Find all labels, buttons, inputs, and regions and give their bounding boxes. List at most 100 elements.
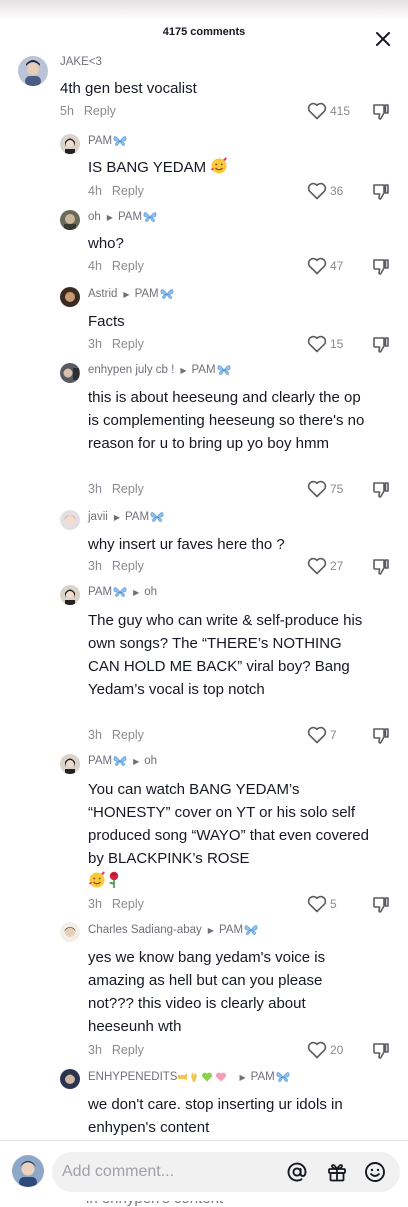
reply-to-username[interactable]: oh (144, 755, 157, 767)
dislike-icon[interactable] (372, 1042, 390, 1060)
butterfly-emoji (113, 136, 127, 146)
comment-meta: 5h Reply (60, 104, 116, 118)
avatar[interactable] (60, 363, 80, 383)
heart-outline-icon (307, 102, 327, 120)
username[interactable]: Charles Sadiang-abay (88, 924, 202, 936)
dislike-icon[interactable] (372, 103, 390, 121)
comment-username[interactable]: Astrid ▶ PAM (88, 288, 174, 300)
reply-to-username[interactable]: PAM (125, 511, 149, 523)
butterfly-emoji (150, 512, 164, 522)
avatar[interactable] (18, 56, 48, 86)
comment-username[interactable]: oh ▶ PAM (88, 211, 157, 223)
reply-arrow-icon: ▶ (133, 756, 140, 766)
username[interactable]: ENHYPENEDITS (88, 1071, 177, 1083)
reply-button[interactable]: Reply (112, 559, 144, 573)
like-button[interactable]: 75 (307, 480, 343, 498)
comment-text: why insert ur faves here tho ? (88, 536, 285, 553)
my-avatar[interactable] (12, 1155, 44, 1187)
close-icon[interactable] (372, 28, 394, 50)
comment-meta: 3h Reply (88, 337, 144, 351)
like-button[interactable]: 415 (307, 102, 350, 120)
like-button[interactable]: 5 (307, 895, 337, 913)
username[interactable]: javii (88, 511, 108, 523)
dislike-icon[interactable] (372, 336, 390, 354)
reply-button[interactable]: Reply (112, 897, 144, 911)
username[interactable]: enhypen july cb ! (88, 364, 174, 376)
avatar[interactable] (60, 754, 80, 774)
username[interactable]: PAM (88, 586, 112, 598)
avatar[interactable] (60, 287, 80, 307)
emoji-group-icon (178, 1072, 227, 1082)
dislike-icon[interactable] (372, 558, 390, 576)
comment-username[interactable]: PAM ▶ oh (88, 755, 157, 767)
comment-username[interactable]: PAM ▶ oh (88, 586, 157, 598)
reply-button[interactable]: Reply (112, 728, 144, 742)
avatar[interactable] (60, 1069, 80, 1089)
dislike-icon[interactable] (372, 896, 390, 914)
like-button[interactable]: 20 (307, 1041, 343, 1059)
like-button[interactable]: 7 (307, 726, 337, 744)
reply-button[interactable]: Reply (112, 337, 144, 351)
dislike-icon[interactable] (372, 481, 390, 499)
reply-to-username[interactable]: PAM (219, 924, 243, 936)
reply-button[interactable]: Reply (112, 1043, 144, 1057)
dislike-icon[interactable] (372, 183, 390, 201)
comment-list[interactable]: JAKE<3 4th gen best vocalist 5h Reply 415… (0, 52, 408, 1142)
comment-text: this is about heeseung and clearly the o… (88, 389, 365, 452)
comment-username[interactable]: enhypen july cb ! ▶ PAM (88, 364, 231, 376)
comment-text: we don't care. stop inserting ur idols i… (88, 1096, 343, 1136)
like-count: 415 (330, 104, 351, 118)
comment-username[interactable]: JAKE<3 (60, 56, 102, 68)
comment-meta: 3h Reply (88, 559, 144, 573)
butterfly-emoji (160, 289, 174, 299)
video-backdrop (0, 0, 408, 20)
avatar[interactable] (60, 585, 80, 605)
butterfly-emoji (113, 587, 127, 597)
reply-button[interactable]: Reply (112, 184, 144, 198)
dislike-icon[interactable] (372, 727, 390, 745)
reply-button[interactable]: Reply (112, 259, 144, 273)
avatar[interactable] (60, 510, 80, 530)
comment-text: yes we know bang yedam's voice is amazin… (88, 949, 326, 1035)
reply-to-username[interactable]: PAM (118, 211, 142, 223)
comment-time: 3h (88, 728, 102, 742)
heart-outline-icon (307, 335, 327, 353)
reply-arrow-icon: ▶ (239, 1072, 246, 1082)
avatar[interactable] (60, 210, 80, 230)
comment-username[interactable]: javii ▶ PAM (88, 511, 164, 523)
username[interactable]: PAM (88, 135, 112, 147)
reply-to-username[interactable]: oh (144, 586, 157, 598)
like-button[interactable]: 27 (307, 557, 343, 575)
reply-to-username[interactable]: PAM (251, 1071, 275, 1083)
at-mention-icon[interactable] (286, 1161, 308, 1183)
like-button[interactable]: 36 (307, 182, 343, 200)
dislike-icon[interactable] (372, 258, 390, 276)
emoji-icon[interactable] (364, 1161, 386, 1183)
like-button[interactable]: 47 (307, 257, 343, 275)
username[interactable]: JAKE<3 (60, 56, 102, 68)
reply-arrow-icon: ▶ (123, 289, 130, 299)
comment-username[interactable]: Charles Sadiang-abay ▶ PAM (88, 924, 258, 936)
comment-meta: 4h Reply (88, 184, 144, 198)
reply-to-username[interactable]: PAM (135, 288, 159, 300)
reply-to-username[interactable]: PAM (191, 364, 215, 376)
comment-text: 4th gen best vocalist (60, 80, 197, 97)
comment-username[interactable]: ENHYPENEDITS ▶ PAM (88, 1071, 290, 1083)
like-count: 36 (330, 184, 344, 198)
comment-time: 4h (88, 184, 102, 198)
heart-outline-icon (307, 895, 327, 913)
comment-username[interactable]: PAM (88, 135, 127, 147)
reply-button[interactable]: Reply (112, 482, 144, 496)
avatar[interactable] (60, 134, 80, 154)
avatar[interactable] (60, 922, 80, 942)
smiling-hearts-emoji (89, 871, 105, 888)
comment-text: You can watch BANG YEDAM’s “HONESTY” cov… (88, 778, 370, 893)
like-button[interactable]: 15 (307, 335, 343, 353)
username[interactable]: oh (88, 211, 101, 223)
username[interactable]: Astrid (88, 288, 117, 300)
gift-icon[interactable] (326, 1161, 348, 1183)
username[interactable]: PAM (88, 755, 112, 767)
reply-button[interactable]: Reply (84, 104, 116, 118)
comment-meta: 3h Reply (88, 897, 144, 911)
like-count: 47 (330, 259, 344, 273)
